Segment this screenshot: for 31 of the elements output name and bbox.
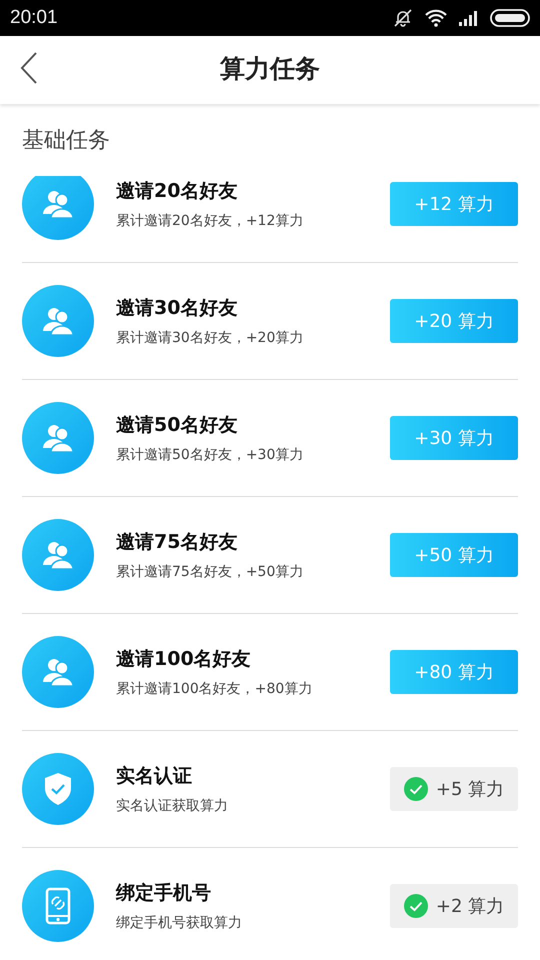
- reward-button[interactable]: +80 算力: [390, 650, 518, 694]
- task-description: 累计邀请50名好友，+30算力: [116, 446, 304, 464]
- reward-button[interactable]: +20 算力: [390, 299, 518, 343]
- reward-button[interactable]: +30 算力: [390, 416, 518, 460]
- muted-bell-icon: [392, 8, 414, 28]
- task-title: 邀请30名好友: [116, 296, 238, 321]
- task-description: 累计邀请30名好友，+20算力: [116, 329, 304, 347]
- task-description: 实名认证获取算力: [116, 797, 229, 815]
- task-title: 邀请20名好友: [116, 179, 238, 204]
- task-description: 累计邀请20名好友，+12算力: [116, 212, 304, 230]
- page-title: 算力任务: [220, 52, 320, 84]
- reward-button[interactable]: +5 算力: [390, 767, 518, 811]
- reward-button[interactable]: +50 算力: [390, 533, 518, 577]
- battery-icon: [490, 9, 530, 27]
- task-title: 实名认证: [116, 764, 193, 789]
- reward-button[interactable]: +2 算力: [390, 884, 518, 928]
- back-icon: [20, 52, 38, 84]
- task-description: 绑定手机号获取算力: [116, 914, 243, 932]
- task-title: 邀请50名好友: [116, 413, 238, 438]
- check-icon: [404, 777, 428, 801]
- task-description: 累计邀请100名好友，+80算力: [116, 680, 314, 698]
- task-description: 累计邀请75名好友，+50算力: [116, 563, 304, 581]
- task-title: 邀请75名好友: [116, 530, 238, 555]
- task-title: 邀请100名好友: [116, 647, 252, 672]
- check-icon: [404, 894, 428, 918]
- task-title: 绑定手机号: [116, 881, 212, 906]
- section-title: 基础任务: [22, 127, 110, 155]
- signal-icon: [458, 10, 480, 26]
- status-time: 20:01: [10, 7, 58, 29]
- wifi-icon: [424, 9, 448, 27]
- reward-button[interactable]: +12 算力: [390, 182, 518, 226]
